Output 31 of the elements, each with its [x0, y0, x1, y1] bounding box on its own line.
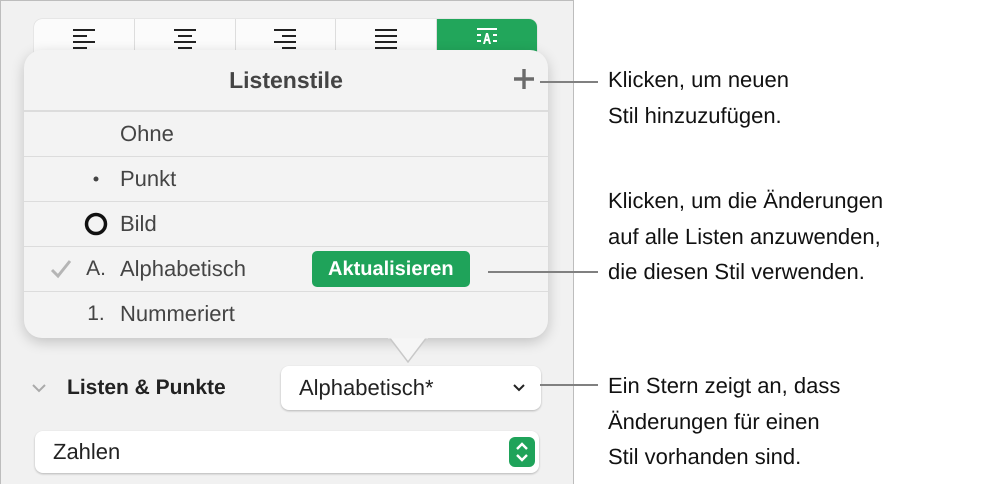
callout-text: Klicken, um die Änderungen — [608, 187, 884, 215]
bullet-icon — [93, 176, 99, 182]
callout-text: Stil hinzuzufügen. — [608, 102, 783, 130]
list-style-item[interactable]: Punkt — [24, 157, 548, 202]
chevron-down-icon — [511, 382, 527, 394]
list-style-label: Punkt — [120, 166, 178, 192]
section-title: Listen & Punkte — [67, 376, 227, 400]
callout-text: auf alle Listen anzuwenden, — [608, 222, 882, 250]
callout-text: Ein Stern zeigt an, dass — [608, 372, 840, 400]
leader-line — [540, 384, 598, 386]
list-style-label: Nummeriert — [120, 301, 236, 327]
list-style-item[interactable]: A. Alphabetisch Aktualisieren — [24, 247, 548, 292]
list-style-label: Bild — [120, 211, 158, 237]
add-icon[interactable] — [512, 67, 536, 91]
ring-icon — [84, 212, 108, 236]
list-marker: 1. — [87, 302, 105, 326]
leader-line — [540, 81, 598, 83]
list-style-item[interactable]: 1. Nummeriert — [24, 292, 548, 336]
list-style-label: Ohne — [120, 121, 175, 147]
list-style-item[interactable]: Ohne — [24, 112, 548, 157]
callout-text: Stil vorhanden sind. — [608, 443, 802, 471]
callout-text: Klicken, um neuen — [608, 66, 789, 94]
callout-text: Änderungen für einen — [608, 408, 821, 436]
popover-title: Listenstile — [229, 66, 343, 94]
list-style-item[interactable]: Bild — [24, 202, 548, 247]
list-marker: A. — [86, 257, 106, 281]
callout-text: die diesen Stil verwenden. — [608, 258, 866, 286]
stepper-icon — [509, 437, 535, 467]
list-format-popup[interactable]: Zahlen — [35, 431, 539, 473]
list-style-label: Alphabetisch — [120, 256, 247, 282]
list-style-popup[interactable]: Alphabetisch* — [281, 366, 541, 410]
